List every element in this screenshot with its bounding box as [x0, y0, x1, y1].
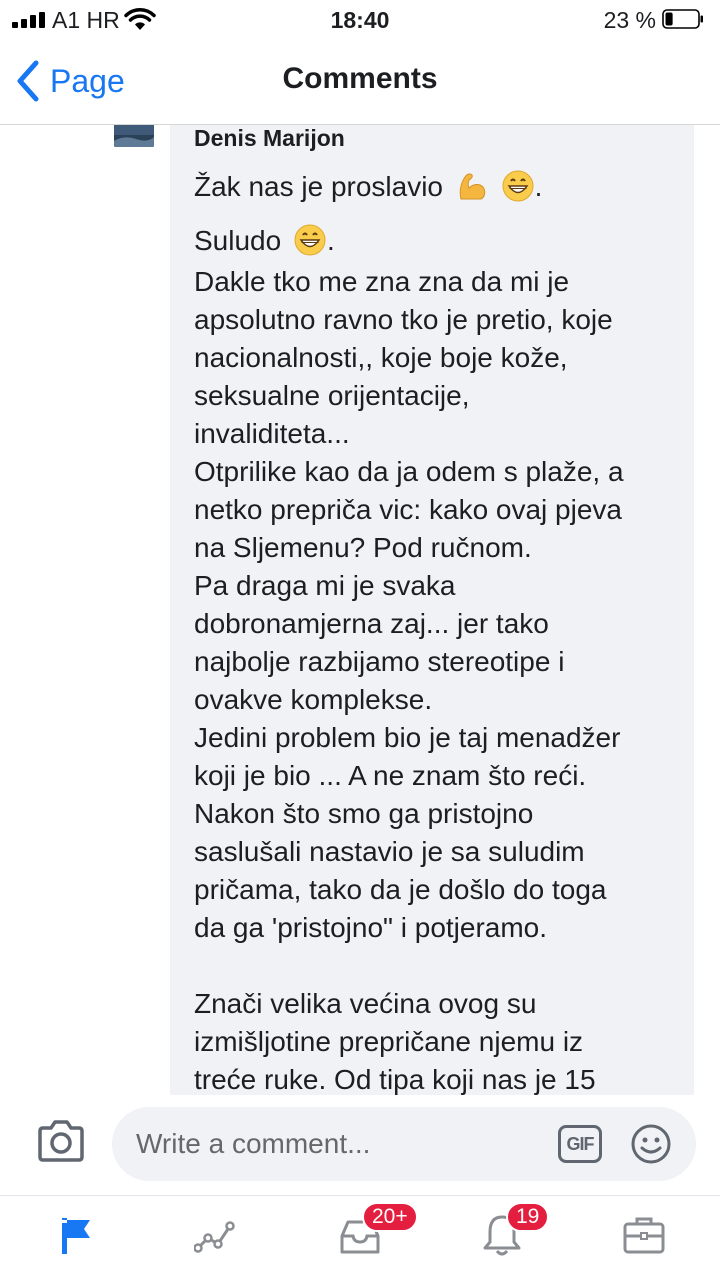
comment-line: Žak nas je proslavio . — [194, 170, 543, 202]
comment-line: Znači velika većina ovog su — [194, 988, 537, 1019]
comment-line: netko prepriča vic: kako ovaj pjeva — [194, 494, 622, 525]
tab-tools[interactable] — [614, 1210, 674, 1260]
comment-line: Suludo . — [194, 224, 335, 256]
comment-line: Otprilike kao da ja odem s plaže, a — [194, 456, 624, 487]
comment-line: seksualne orijentacije, — [194, 380, 470, 411]
comment-line: ovakve komplekse. — [194, 684, 433, 715]
emoji-picker-icon[interactable] — [630, 1123, 672, 1165]
comment-line: Nakon što smo ga pristojno — [194, 798, 534, 829]
tab-notifications[interactable]: 19 — [472, 1202, 550, 1260]
comment-line: izmišljotine prepričane njemu iz — [194, 1026, 584, 1057]
inbox-badge: 20+ — [362, 1202, 418, 1232]
avatar[interactable] — [114, 125, 154, 147]
comment-line: treće ruke. Od tipa koji nas je 15 — [194, 1064, 596, 1095]
page-title: Comments — [282, 62, 438, 95]
battery-icon — [662, 9, 703, 29]
notifications-badge: 19 — [506, 1202, 550, 1232]
gif-button[interactable]: GIF — [558, 1125, 602, 1163]
tab-insights[interactable] — [186, 1210, 246, 1260]
comment-line: Jedini problem bio je taj menadžer — [194, 722, 621, 753]
status-bar: A1 HR 18:40 23 % — [0, 0, 720, 40]
grinning-face-icon — [502, 170, 534, 202]
flag-icon — [62, 1218, 90, 1254]
gif-label: GIF — [566, 1134, 595, 1154]
comment-input[interactable]: Write a comment... GIF — [112, 1107, 696, 1181]
comment-line: pričama, tako da je došlo do toga — [194, 874, 607, 905]
comment-line: Pa draga mi je svaka — [194, 570, 456, 601]
nav-bar: Page Comments — [0, 40, 720, 125]
chart-icon — [194, 1221, 235, 1253]
tab-inbox[interactable]: 20+ — [330, 1202, 418, 1260]
battery-percent: 23 % — [603, 7, 656, 33]
grinning-face-icon — [294, 224, 326, 256]
flexed-biceps-icon — [459, 173, 486, 200]
comment-line: Dakle tko me zna zna da mi je — [194, 266, 570, 297]
tab-pages[interactable] — [44, 1210, 104, 1260]
tab-bar: 20+ 19 — [0, 1195, 720, 1281]
comment-author[interactable]: Denis Marijon — [194, 125, 345, 152]
comment-line: da ga 'pristojno" i potjeramo. — [194, 912, 548, 943]
comment-line: koji je bio ... A ne znam što reći. — [194, 760, 587, 791]
comment-placeholder: Write a comment... — [136, 1128, 371, 1159]
comment-line: invaliditeta... — [194, 418, 350, 449]
briefcase-icon — [623, 1217, 665, 1254]
comment-line: najbolje razbijamo stereotipe i — [194, 646, 565, 677]
comment-line: dobronamjerna zaj... jer tako — [194, 608, 549, 639]
comment-line: saslušali nastavio je sa suludim — [194, 836, 585, 867]
comment-line: na Sljemenu? Pod ručnom. — [194, 532, 532, 563]
comment-line: nacionalnosti,, koje boje kože, — [194, 342, 568, 373]
comment-text: Žak nas je proslavio . Suludo . Dakle tk… — [194, 165, 684, 1095]
avatar-image — [114, 125, 154, 147]
comment-line: apsolutno ravno tko je pretio, koje — [194, 304, 613, 335]
comment-thread: Denis Marijon Žak nas je proslavio . Sul… — [0, 125, 720, 1095]
comment-composer: Write a comment... GIF — [0, 1095, 720, 1195]
camera-icon[interactable] — [36, 1119, 86, 1163]
